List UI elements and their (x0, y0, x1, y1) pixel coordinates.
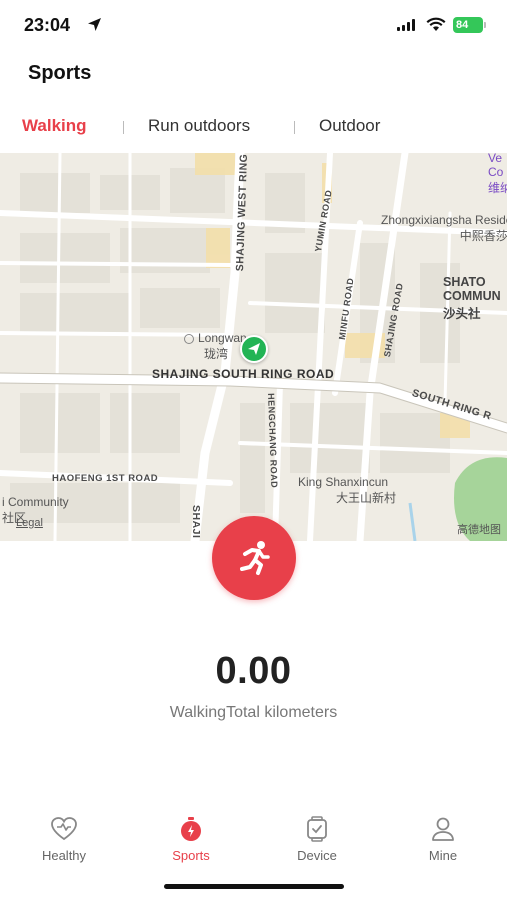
tab-run-outdoors[interactable]: Run outdoors (148, 116, 250, 136)
poi-name-cn: 维纳 (488, 181, 507, 195)
poi-zhongxixiangsha[interactable]: Zhongxixiangsha Residence 中熙香莎公馆 (381, 213, 507, 244)
poi-name-cn: 大王山新村 (336, 491, 397, 505)
bottom-nav: Healthy Sports Device Mine (0, 806, 507, 872)
status-bar: 23:04 84 (0, 0, 507, 50)
nav-healthy[interactable]: Healthy (9, 816, 119, 863)
poi-name-cn: 沙头社 (443, 307, 481, 321)
poi-name: Zhongxixiangsha Residence (381, 213, 507, 227)
poi-name-cn: 珑湾 (204, 347, 229, 361)
road-label: SHAJI (190, 505, 202, 539)
stopwatch-icon (181, 817, 201, 841)
location-arrow-icon (88, 18, 101, 31)
current-location-marker (240, 335, 268, 363)
wifi-icon (426, 17, 446, 31)
nav-label: Mine (428, 848, 458, 863)
tab-outdoor[interactable]: Outdoor (319, 116, 380, 136)
poi-shato-community[interactable]: SHATO COMMUN 沙头社 (443, 275, 507, 322)
tab-divider (123, 121, 124, 134)
map-legal-link[interactable]: Legal (16, 517, 43, 529)
poi-name-cn: 中熙香莎公馆 (459, 229, 507, 243)
person-icon (432, 817, 454, 841)
poi-top-right[interactable]: Ve Co 维纳 (488, 153, 507, 196)
heart-icon (51, 817, 77, 841)
home-indicator (164, 884, 344, 889)
sport-tabs: Walking Run outdoors Outdoor (0, 112, 507, 142)
cellular-signal-icon (397, 19, 415, 31)
poi-name: Longwan (198, 331, 247, 345)
map-view[interactable]: SHAJING WEST RING YUMIN ROAD MINFU ROAD … (0, 153, 507, 541)
map-provider-logo: 高德地图 (457, 524, 501, 536)
nav-label: Sports (172, 848, 210, 863)
running-person-icon (240, 541, 270, 575)
poi-king-shanxincun[interactable]: King Shanxincun 大王山新村 (298, 475, 396, 506)
poi-name: King Shanxincun (298, 475, 389, 489)
nav-device[interactable]: Device (262, 816, 372, 863)
road-label: SHAJING SOUTH RING ROAD (152, 367, 335, 381)
poi-longwan[interactable]: Longwan 珑湾 (184, 331, 247, 362)
start-walking-button[interactable] (212, 516, 296, 600)
poi-name: i Community (2, 495, 69, 509)
watch-icon (307, 816, 327, 842)
poi-pin-icon (184, 333, 194, 344)
poi-name: SHATO COMMUN (443, 275, 501, 303)
nav-label: Healthy (41, 848, 87, 863)
navigation-arrow-icon (248, 343, 260, 355)
page-title: Sports (28, 62, 92, 84)
road-label: HAOFENG 1ST ROAD (52, 473, 159, 484)
tab-walking[interactable]: Walking (22, 116, 87, 136)
nav-sports[interactable]: Sports (136, 816, 246, 863)
status-time: 23:04 (24, 15, 71, 35)
battery-icon: 84 (453, 17, 487, 33)
nav-label: Device (297, 848, 337, 863)
distance-label: WalkingTotal kilometers (169, 704, 338, 721)
poi-name: Ve Co (488, 153, 504, 179)
distance-value: 0.00 (215, 650, 292, 692)
battery-level: 84 (456, 19, 469, 31)
nav-mine[interactable]: Mine (388, 816, 498, 863)
tab-divider (294, 121, 295, 134)
